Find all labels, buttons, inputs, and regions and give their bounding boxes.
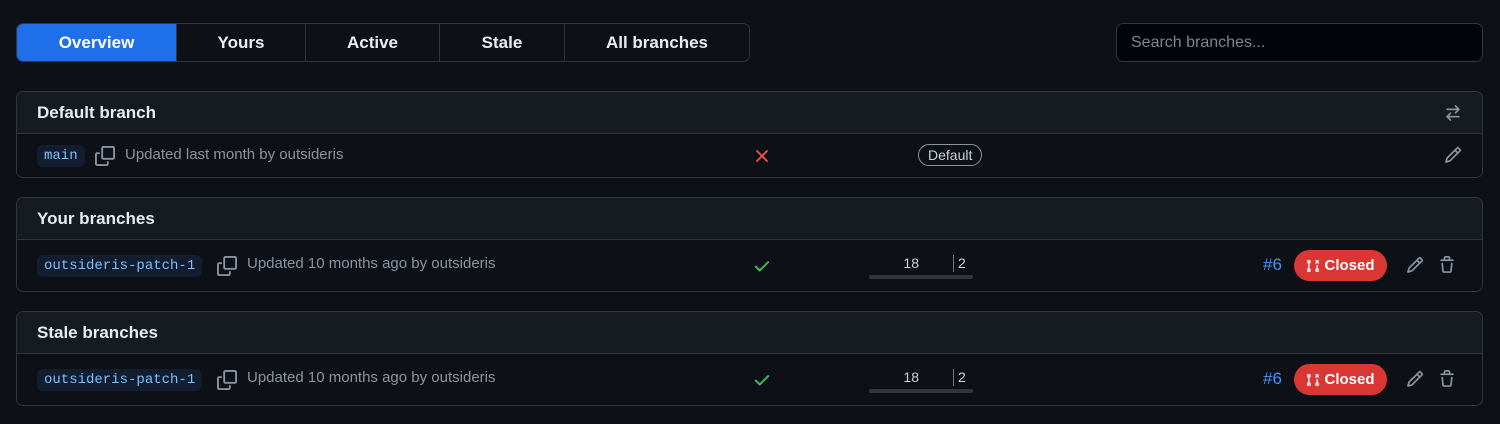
git-pull-request-closed-icon [1306, 373, 1320, 387]
pr-closed-badge[interactable]: Closed [1294, 250, 1387, 281]
trash-icon[interactable] [1438, 256, 1458, 276]
section-header: Default branch [17, 92, 1482, 134]
copy-icon[interactable] [217, 370, 237, 390]
branch-name-link[interactable]: outsideris-patch-1 [37, 369, 203, 391]
ahead-behind-divider [953, 255, 954, 272]
branch-row: outsideris-patch-1 Updated 10 months ago… [17, 240, 1482, 291]
ahead-behind-bar [869, 275, 973, 279]
tab-active[interactable]: Active [306, 24, 440, 61]
pr-state-label: Closed [1324, 371, 1375, 388]
ahead-behind-bar [869, 389, 973, 393]
tab-all-branches[interactable]: All branches [565, 24, 749, 61]
ahead-behind-indicator: 18 2 [869, 249, 973, 283]
default-badge: Default [918, 144, 983, 166]
copy-icon[interactable] [217, 256, 237, 276]
pencil-icon[interactable] [1406, 256, 1426, 276]
ahead-count: 2 [958, 369, 966, 385]
ahead-behind-divider [953, 369, 954, 386]
x-icon[interactable] [752, 146, 772, 166]
branch-row: outsideris-patch-1 Updated 10 months ago… [17, 354, 1482, 405]
tab-stale[interactable]: Stale [440, 24, 565, 61]
pr-closed-badge[interactable]: Closed [1294, 364, 1387, 395]
section-title: Default branch [37, 102, 157, 122]
section-title: Your branches [37, 208, 155, 228]
your-branches-section: Your branches outsideris-patch-1 Updated… [16, 197, 1483, 292]
branch-filter-tabs: Overview Yours Active Stale All branches [16, 23, 750, 62]
search-box [1116, 23, 1483, 62]
pencil-icon[interactable] [1406, 370, 1426, 390]
behind-count: 18 [903, 255, 919, 271]
pencil-icon[interactable] [1444, 146, 1464, 166]
section-title: Stale branches [37, 322, 158, 342]
trash-icon[interactable] [1438, 370, 1458, 390]
branch-row: main Updated last month by outsideris De… [17, 134, 1482, 177]
arrow-switch-icon[interactable] [1444, 104, 1462, 122]
branch-name-link[interactable]: main [37, 145, 85, 167]
default-branch-section: Default branch main Updated last month b… [16, 91, 1483, 178]
branch-name-link[interactable]: outsideris-patch-1 [37, 255, 203, 277]
pr-state-label: Closed [1324, 257, 1375, 274]
updated-text: Updated last month by outsideris [125, 146, 344, 163]
tab-overview[interactable]: Overview [17, 24, 177, 61]
git-pull-request-closed-icon [1306, 259, 1320, 273]
behind-count: 18 [903, 369, 919, 385]
search-input[interactable] [1131, 33, 1482, 52]
updated-text: Updated 10 months ago by outsideris [247, 369, 496, 386]
section-header: Stale branches [17, 312, 1482, 354]
check-icon[interactable] [752, 370, 772, 390]
pull-request-link[interactable]: #6 [1263, 255, 1282, 275]
updated-text: Updated 10 months ago by outsideris [247, 255, 496, 272]
ahead-behind-indicator: 18 2 [869, 363, 973, 397]
copy-icon[interactable] [95, 146, 115, 166]
check-icon[interactable] [752, 256, 772, 276]
section-header: Your branches [17, 198, 1482, 240]
stale-branches-section: Stale branches outsideris-patch-1 Update… [16, 311, 1483, 406]
ahead-count: 2 [958, 255, 966, 271]
pull-request-link[interactable]: #6 [1263, 369, 1282, 389]
tab-yours[interactable]: Yours [177, 24, 306, 61]
